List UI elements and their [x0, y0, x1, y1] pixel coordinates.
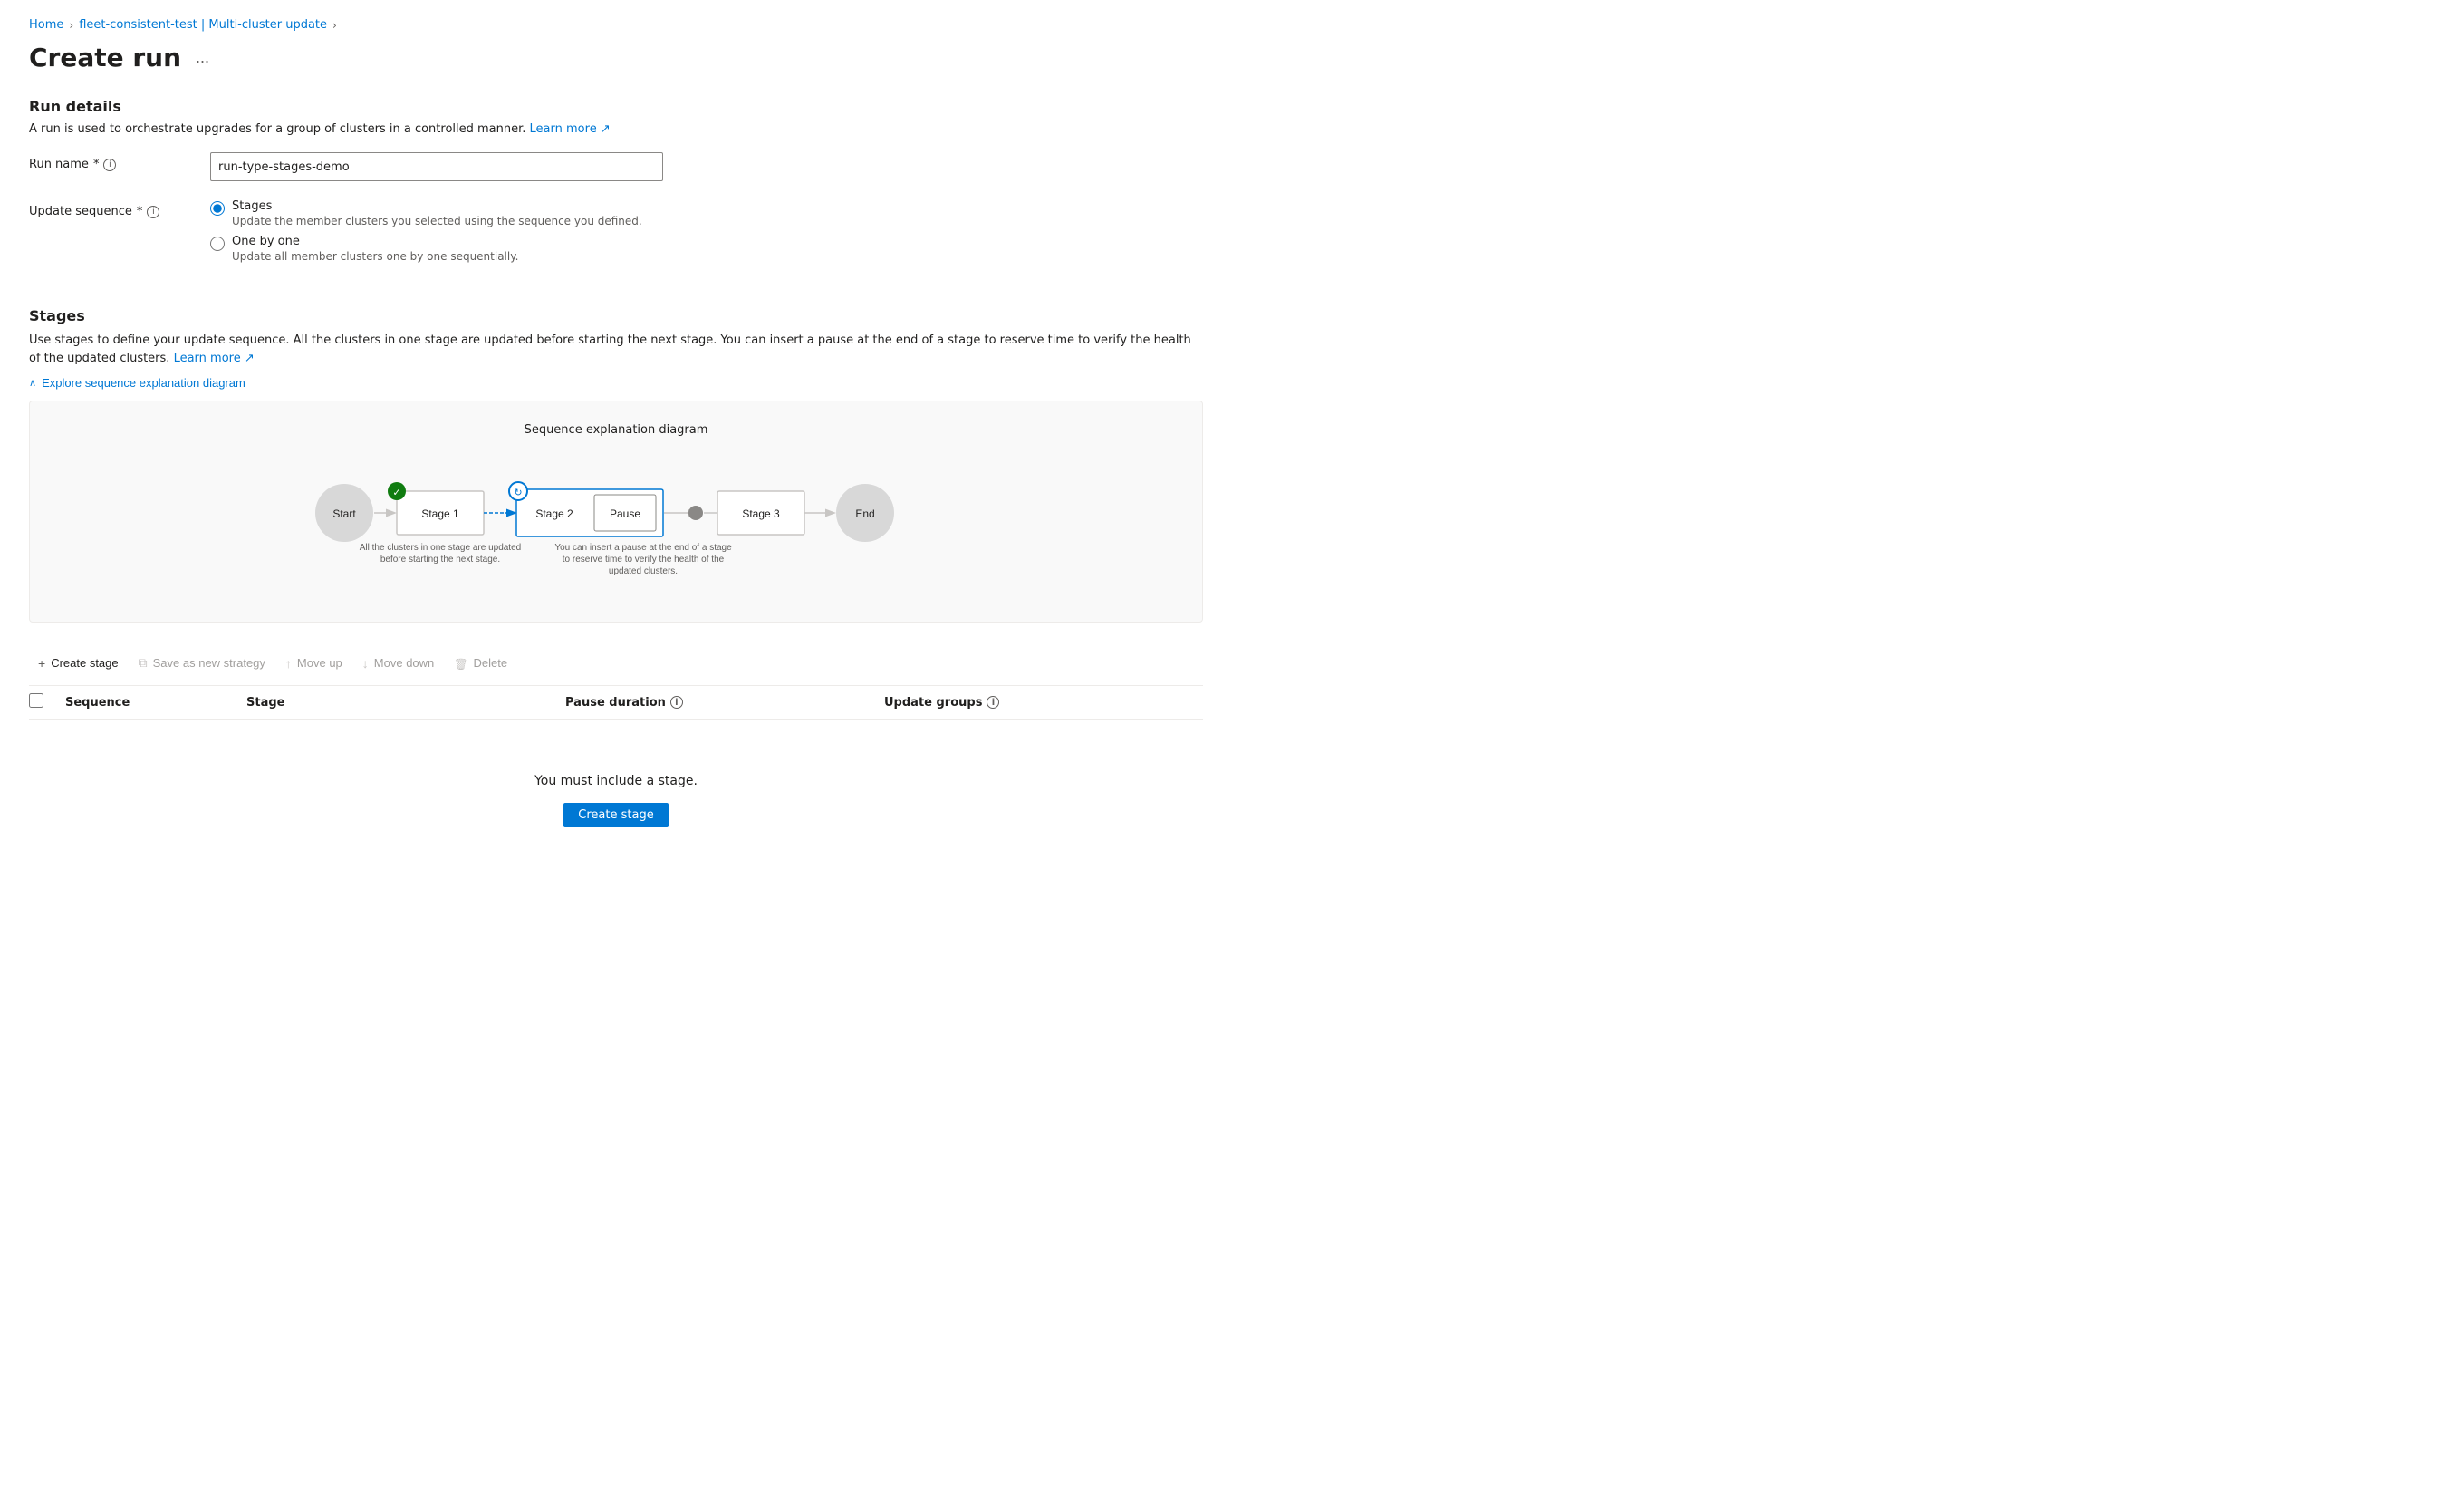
empty-state: You must include a stage. Create stage — [29, 720, 1203, 882]
update-sequence-radio-group: Stages Update the member clusters you se… — [210, 199, 663, 263]
external-link-icon: ↗ — [601, 122, 611, 136]
update-sequence-info-icon[interactable]: i — [147, 206, 159, 218]
stages-section: Stages Use stages to define your update … — [29, 307, 1203, 882]
ellipsis-button[interactable]: ... — [190, 46, 215, 69]
pause-dot — [688, 506, 703, 520]
pause-label: Pause — [610, 507, 640, 520]
stage2-label: Stage 2 — [535, 507, 573, 520]
trash-icon — [454, 656, 467, 671]
breadcrumb-home[interactable]: Home — [29, 18, 63, 32]
update-sequence-control: Stages Update the member clusters you se… — [210, 199, 663, 263]
update-sequence-label: Update sequence * i — [29, 199, 210, 218]
stages-table: Sequence Stage Pause duration i Update g… — [29, 686, 1203, 882]
one-by-one-radio[interactable] — [210, 237, 225, 251]
run-name-control — [210, 152, 663, 181]
one-by-one-radio-desc: Update all member clusters one by one se… — [232, 250, 518, 263]
chevron-up-icon: ∧ — [29, 377, 36, 389]
move-down-icon — [362, 656, 369, 671]
stages-radio-desc: Update the member clusters you selected … — [232, 215, 642, 227]
copy-icon — [139, 655, 148, 671]
run-name-info-icon[interactable]: i — [103, 159, 116, 171]
breadcrumb-fleet[interactable]: fleet-consistent-test | Multi-cluster up… — [79, 18, 327, 32]
pause-duration-column-header: Pause duration i — [565, 696, 884, 710]
run-details-title: Run details — [29, 98, 1203, 115]
start-label: Start — [332, 507, 356, 520]
plus-icon — [38, 656, 45, 671]
stage-column-header: Stage — [246, 696, 565, 710]
breadcrumb-sep1: › — [69, 19, 73, 32]
run-details-learn-more[interactable]: Learn more ↗ — [530, 122, 611, 136]
stage2-sync-icon: ↻ — [514, 487, 522, 498]
required-indicator: * — [93, 158, 100, 171]
page-title: Create run — [29, 43, 181, 72]
diagram-title: Sequence explanation diagram — [59, 423, 1173, 437]
move-up-icon — [285, 656, 292, 671]
stage1-label: Stage 1 — [421, 507, 459, 520]
note2-line2: to reserve time to verify the health of … — [563, 555, 725, 565]
sequence-diagram-container: Sequence explanation diagram Start — [29, 401, 1203, 623]
run-name-row: Run name * i — [29, 152, 1203, 181]
stages-description: Use stages to define your update sequenc… — [29, 332, 1203, 367]
run-details-description: A run is used to orchestrate upgrades fo… — [29, 122, 1203, 136]
one-by-one-radio-label: One by one — [232, 235, 518, 248]
stages-learn-more[interactable]: Learn more ↗ — [174, 352, 255, 365]
empty-state-message: You must include a stage. — [534, 774, 698, 788]
save-as-new-strategy-button[interactable]: Save as new strategy — [130, 650, 274, 676]
stage3-label: Stage 3 — [742, 507, 780, 520]
stages-radio[interactable] — [210, 201, 225, 216]
stage1-check-icon: ✓ — [392, 487, 400, 498]
diagram-svg-wrapper: Start — [59, 455, 1173, 600]
run-name-input[interactable] — [210, 152, 663, 181]
run-details-section: Run details A run is used to orchestrate… — [29, 98, 1203, 263]
breadcrumb-sep2: › — [332, 19, 337, 32]
run-name-label: Run name * i — [29, 152, 210, 171]
update-seq-required: * — [137, 205, 143, 218]
stages-toolbar: Create stage Save as new strategy Move u… — [29, 641, 1203, 686]
sequence-diagram-svg: Start — [290, 455, 942, 600]
note1-line2: before starting the next stage. — [380, 555, 500, 565]
move-down-button[interactable]: Move down — [353, 651, 443, 676]
stages-radio-option[interactable]: Stages Update the member clusters you se… — [210, 199, 663, 227]
note2-line1: You can insert a pause at the end of a s… — [554, 543, 732, 553]
stages-title: Stages — [29, 307, 1203, 324]
update-groups-info-icon[interactable]: i — [987, 696, 999, 709]
stages-external-link-icon: ↗ — [245, 352, 255, 365]
table-header: Sequence Stage Pause duration i Update g… — [29, 686, 1203, 720]
move-up-button[interactable]: Move up — [276, 651, 351, 676]
empty-state-create-stage-button[interactable]: Create stage — [563, 803, 668, 827]
expand-diagram-button[interactable]: ∧ Explore sequence explanation diagram — [29, 376, 245, 390]
update-groups-column-header: Update groups i — [884, 696, 1203, 710]
table-select-all-cell — [29, 693, 65, 711]
sequence-column-header: Sequence — [65, 696, 246, 710]
breadcrumb: Home › fleet-consistent-test | Multi-clu… — [29, 18, 1203, 32]
note1-line1: All the clusters in one stage are update… — [360, 543, 521, 553]
create-stage-button[interactable]: Create stage — [29, 651, 128, 676]
note2-line3: updated clusters. — [609, 566, 678, 576]
stages-radio-label: Stages — [232, 199, 642, 213]
pause-duration-info-icon[interactable]: i — [670, 696, 683, 709]
end-label: End — [855, 507, 874, 520]
page-title-row: Create run ... — [29, 43, 1203, 72]
update-sequence-row: Update sequence * i Stages Update the me… — [29, 199, 1203, 263]
select-all-checkbox[interactable] — [29, 693, 43, 708]
delete-button[interactable]: Delete — [445, 651, 516, 676]
one-by-one-radio-option[interactable]: One by one Update all member clusters on… — [210, 235, 663, 263]
